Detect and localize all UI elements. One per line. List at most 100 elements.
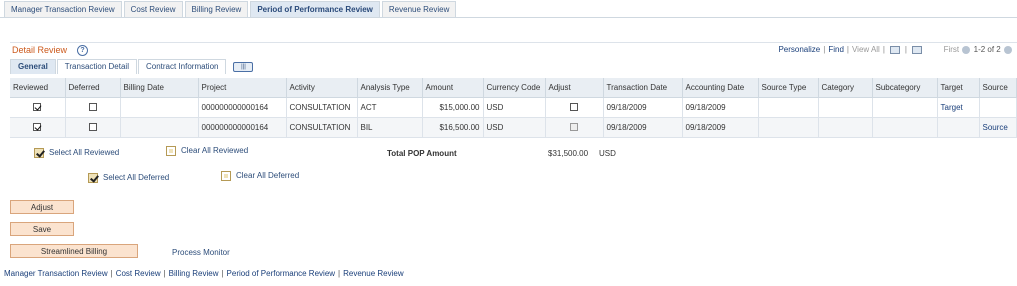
reviewed-checkbox[interactable] [33, 103, 42, 112]
download-icon[interactable] [889, 45, 900, 54]
zoom-grid-icon[interactable] [912, 45, 922, 54]
clear-all-reviewed-label: Clear All Reviewed [181, 146, 249, 156]
col-activity: Activity [286, 78, 358, 98]
tab-billing-review[interactable]: Billing Review [184, 1, 249, 17]
select-all-reviewed-label: Select All Reviewed [49, 148, 120, 158]
grid-header-row: Reviewed Deferred Billing Date Project A… [10, 78, 1017, 98]
total-pop-currency: USD [599, 149, 616, 158]
source-cell [979, 97, 1017, 118]
grid-header-bar: Detail Review ? Personalize | Find | View Al… [10, 42, 1017, 57]
save-button[interactable]: Save [10, 222, 74, 236]
subcategory-cell [872, 117, 938, 138]
subtab-transaction-detail[interactable]: Transaction Detail [56, 59, 137, 74]
subtab-general[interactable]: General [10, 59, 56, 74]
currency-cell: USD [483, 97, 546, 118]
check-icon [34, 148, 44, 158]
deferred-cell [65, 97, 121, 118]
currency-cell: USD [483, 117, 546, 138]
select-all-deferred-control[interactable]: Select All Deferred [88, 173, 169, 183]
table-row: 000000000000164 CONSULTATION ACT $15,000… [10, 97, 1017, 118]
billing-date-cell [120, 117, 199, 138]
col-source-type: Source Type [758, 78, 819, 98]
target-link[interactable]: Target [941, 103, 963, 112]
col-currency-code: Currency Code [483, 78, 546, 98]
clear-icon [221, 171, 231, 181]
grid-subtabs: General Transaction Detail Contract Info… [10, 59, 254, 74]
personalize-link[interactable]: Personalize [778, 45, 820, 54]
select-all-deferred-label: Select All Deferred [103, 173, 170, 183]
source-cell: Source [979, 117, 1017, 138]
grid-navigation: First 1-2 of 2 [944, 45, 1013, 54]
reviewed-cell [10, 117, 66, 138]
tab-manager-transaction-review[interactable]: Manager Transaction Review [4, 1, 122, 17]
nav-previous-icon[interactable] [962, 45, 971, 54]
clear-all-reviewed-control[interactable]: Clear All Reviewed [166, 146, 248, 156]
source-type-cell [758, 117, 819, 138]
clear-all-deferred-control[interactable]: Clear All Deferred [221, 171, 299, 181]
accounting-date-cell: 09/18/2009 [682, 97, 759, 118]
deferred-checkbox[interactable] [88, 123, 97, 132]
tab-revenue-review[interactable]: Revenue Review [381, 1, 457, 17]
help-icon[interactable]: ? [77, 45, 88, 56]
target-cell: Target [937, 97, 980, 118]
clear-icon [166, 146, 176, 156]
select-all-reviewed-control[interactable]: Select All Reviewed [34, 148, 119, 158]
col-transaction-date: Transaction Date [603, 78, 683, 98]
target-cell [937, 117, 980, 138]
adjust-cell [545, 117, 604, 138]
col-project: Project [198, 78, 287, 98]
amount-cell: $15,000.00 [422, 97, 484, 118]
analysis-type-cell: ACT [357, 97, 423, 118]
billing-date-cell [120, 97, 199, 118]
activity-cell: CONSULTATION [286, 117, 358, 138]
col-category: Category [818, 78, 873, 98]
process-monitor-link[interactable]: Process Monitor [172, 248, 230, 257]
check-icon [88, 173, 98, 183]
category-cell [818, 97, 873, 118]
category-cell [818, 117, 873, 138]
adjust-button[interactable]: Adjust [10, 200, 74, 214]
table-row: 000000000000164 CONSULTATION BIL $16,500… [10, 117, 1017, 138]
col-adjust: Adjust [545, 78, 604, 98]
accounting-date-cell: 09/18/2009 [682, 117, 759, 138]
amount-cell: $16,500.00 [422, 117, 484, 138]
adjust-checkbox[interactable] [570, 103, 578, 112]
reviewed-checkbox[interactable] [33, 123, 42, 132]
bottom-link-cost-review[interactable]: Cost Review [116, 269, 161, 278]
page-tabs: Manager Transaction Review Cost Review B… [4, 1, 457, 17]
tab-period-of-performance-review[interactable]: Period of Performance Review [250, 1, 380, 17]
analysis-type-cell: BIL [357, 117, 423, 138]
streamlined-billing-button[interactable]: Streamlined Billing [10, 244, 138, 258]
deferred-cell [65, 117, 121, 138]
bottom-link-period-of-performance-review[interactable]: Period of Performance Review [227, 269, 336, 278]
adjust-checkbox[interactable] [570, 123, 578, 132]
total-pop-amount-value: $31,500.00 [548, 149, 589, 158]
bottom-navigation: Manager Transaction Review | Cost Review | B… [4, 269, 404, 278]
bottom-link-manager-transaction-review[interactable]: Manager Transaction Review [4, 269, 108, 278]
col-deferred: Deferred [65, 78, 121, 98]
transaction-date-cell: 09/18/2009 [603, 97, 683, 118]
project-cell: 000000000000164 [198, 117, 287, 138]
transaction-date-cell: 09/18/2009 [603, 117, 683, 138]
bottom-link-billing-review[interactable]: Billing Review [169, 269, 219, 278]
subtab-contract-information[interactable]: Contract Information [137, 59, 227, 74]
col-subcategory: Subcategory [872, 78, 938, 98]
bottom-link-revenue-review[interactable]: Revenue Review [343, 269, 403, 278]
source-link[interactable]: Source [983, 123, 1008, 132]
col-amount: Amount [422, 78, 484, 98]
col-source: Source [979, 78, 1017, 98]
view-all-link[interactable]: View All [852, 45, 880, 54]
reviewed-cell [10, 97, 66, 118]
activity-cell: CONSULTATION [286, 97, 358, 118]
nav-first-label[interactable]: First [944, 45, 960, 54]
source-type-cell [758, 97, 819, 118]
col-accounting-date: Accounting Date [682, 78, 759, 98]
deferred-checkbox[interactable] [88, 103, 97, 112]
find-link[interactable]: Find [828, 45, 844, 54]
col-billing-date: Billing Date [120, 78, 199, 98]
show-all-columns-icon[interactable]: ||| [233, 62, 254, 72]
nav-next-icon[interactable] [1004, 45, 1012, 54]
grid-toolbar: Personalize | Find | View All | | [778, 45, 924, 54]
subcategory-cell [872, 97, 938, 118]
tab-cost-review[interactable]: Cost Review [123, 1, 183, 17]
